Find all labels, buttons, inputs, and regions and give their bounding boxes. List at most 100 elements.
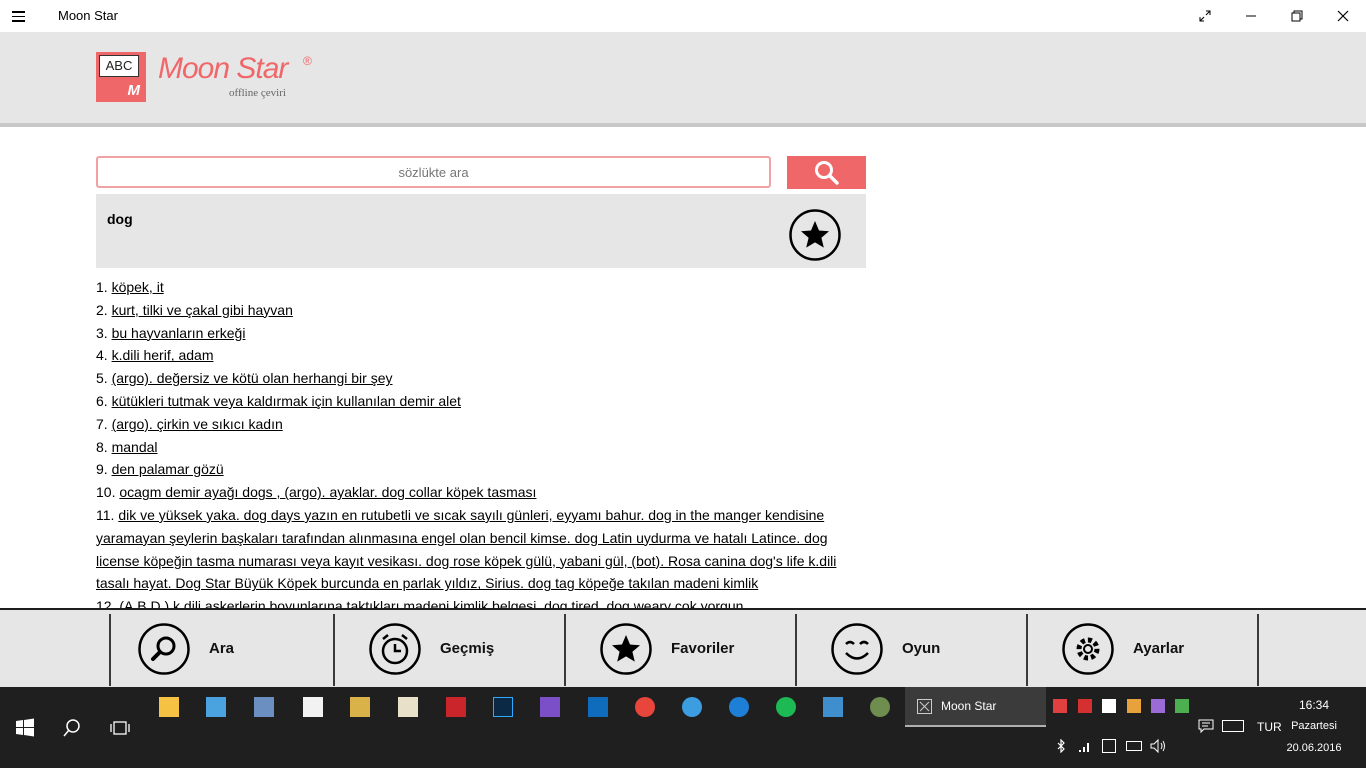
minimize-button[interactable] xyxy=(1228,0,1274,32)
definition-text[interactable]: den palamar gözü xyxy=(112,461,224,477)
antivirus-icon[interactable] xyxy=(1078,699,1092,713)
nav-search[interactable]: Ara xyxy=(137,610,234,687)
fullscreen-button[interactable] xyxy=(1182,0,1228,32)
signal-icon[interactable] xyxy=(1078,739,1092,753)
bluetooth-icon[interactable] xyxy=(1055,738,1067,754)
star-icon xyxy=(600,622,652,675)
restore-icon xyxy=(1291,10,1303,22)
outlook-icon[interactable] xyxy=(588,697,608,717)
nav-history-label: Geçmiş xyxy=(440,640,495,657)
nav-settings-label: Ayarlar xyxy=(1133,640,1185,657)
display-icon[interactable] xyxy=(1102,739,1116,753)
definition-number: 3. xyxy=(96,324,108,341)
definition-item[interactable]: 9. den palamar gözü xyxy=(96,458,866,481)
close-icon xyxy=(1337,10,1349,22)
volume-icon[interactable] xyxy=(1150,738,1166,754)
definition-item[interactable]: 6. kütükleri tutmak veya kaldırmak için … xyxy=(96,390,866,413)
volume-muted-icon[interactable] xyxy=(1053,699,1067,713)
search-icon xyxy=(814,160,839,185)
nav-game[interactable]: Oyun xyxy=(830,610,940,687)
file-explorer-icon[interactable] xyxy=(159,697,179,717)
taskbar-active-app[interactable]: Moon Star xyxy=(905,687,1046,727)
restore-button[interactable] xyxy=(1274,0,1320,32)
app-header: ABC M Moon Star ® offline çeviri xyxy=(0,32,1366,124)
definition-number: 2. xyxy=(96,301,108,318)
filezilla-icon[interactable] xyxy=(446,697,466,717)
network-icon[interactable] xyxy=(254,697,274,717)
clock-time[interactable]: 16:34 xyxy=(1282,698,1346,712)
visual-studio-icon[interactable] xyxy=(540,697,560,717)
search-button[interactable] xyxy=(787,156,866,189)
notifications-icon[interactable] xyxy=(1198,719,1214,734)
plus-app-icon[interactable] xyxy=(1102,699,1116,713)
folder-app-icon[interactable] xyxy=(1127,699,1141,713)
nav-favorites[interactable]: Favoriler xyxy=(599,610,734,687)
nav-divider xyxy=(1026,614,1028,686)
nav-divider xyxy=(1257,614,1259,686)
task-view-icon[interactable] xyxy=(110,718,130,738)
definition-text[interactable]: (A.B.D.) k.dili askerlerin boyunlarına t… xyxy=(119,598,743,608)
security-check-icon[interactable] xyxy=(1175,699,1189,713)
taskbar-active-app-label: Moon Star xyxy=(941,699,997,713)
definition-item[interactable]: 12. (A.B.D.) k.dili askerlerin boyunları… xyxy=(96,595,866,608)
search-icon[interactable] xyxy=(62,718,82,738)
spotify-icon[interactable] xyxy=(776,697,796,717)
app-window-icon xyxy=(917,699,932,714)
nav-search-label: Ara xyxy=(209,640,235,657)
definition-text[interactable]: kurt, tilki ve çakal gibi hayvan xyxy=(112,302,293,318)
definition-number: 7. xyxy=(96,415,108,432)
app-icon[interactable] xyxy=(823,697,843,717)
nav-divider xyxy=(795,614,797,686)
definition-text[interactable]: köpek, it xyxy=(112,279,164,295)
battery-icon[interactable] xyxy=(1126,741,1142,751)
definition-text[interactable]: mandal xyxy=(112,439,158,455)
photoshop-icon[interactable] xyxy=(493,697,513,717)
definition-number: 12. xyxy=(96,598,116,608)
definition-item[interactable]: 3. bu hayvanların erkeği xyxy=(96,322,866,345)
nav-divider xyxy=(333,614,335,686)
keyboard-icon[interactable] xyxy=(1222,720,1244,732)
definition-text[interactable]: (argo). değersiz ve kötü olan herhangi b… xyxy=(112,370,393,386)
definition-item[interactable]: 8. mandal xyxy=(96,436,866,459)
nav-settings[interactable]: Ayarlar xyxy=(1061,610,1184,687)
minimize-icon xyxy=(1246,15,1256,17)
definition-item[interactable]: 2. kurt, tilki ve çakal gibi hayvan xyxy=(96,299,866,322)
expand-icon xyxy=(1199,10,1211,22)
definition-text[interactable]: ocagm demir ayağı dogs , (argo). ayaklar… xyxy=(119,484,536,500)
document-icon[interactable] xyxy=(303,697,323,717)
entry-header: dog xyxy=(96,194,866,268)
definition-item[interactable]: 7. (argo). çirkin ve sıkıcı kadın xyxy=(96,413,866,436)
window-title: Moon Star xyxy=(58,8,118,23)
edge-icon[interactable] xyxy=(729,697,749,717)
computer-icon[interactable] xyxy=(206,697,226,717)
internet-explorer-icon[interactable] xyxy=(682,697,702,717)
definition-text[interactable]: dik ve yüksek yaka. dog days yazın en ru… xyxy=(96,507,836,591)
logo: ABC M xyxy=(96,52,146,102)
search-input[interactable] xyxy=(96,156,771,188)
close-button[interactable] xyxy=(1320,0,1366,32)
logo-letter: M xyxy=(127,82,141,99)
definition-item[interactable]: 11. dik ve yüksek yaka. dog days yazın e… xyxy=(96,504,866,595)
definition-text[interactable]: bu hayvanların erkeği xyxy=(112,325,246,341)
nav-history[interactable]: Geçmiş xyxy=(368,610,494,687)
brand-name: Moon Star xyxy=(158,52,288,85)
definition-text[interactable]: k.dili herif, adam xyxy=(112,347,214,363)
definition-item[interactable]: 5. (argo). değersiz ve kötü olan herhang… xyxy=(96,367,866,390)
definition-item[interactable]: 1. köpek, it xyxy=(96,276,866,299)
hamburger-menu-icon[interactable] xyxy=(12,8,34,24)
nav-game-label: Oyun xyxy=(902,640,941,657)
definition-item[interactable]: 4. k.dili herif, adam xyxy=(96,344,866,367)
definition-item[interactable]: 10. ocagm demir ayağı dogs , (argo). aya… xyxy=(96,481,866,504)
pen-app-icon[interactable] xyxy=(1151,699,1165,713)
favorite-star-icon[interactable] xyxy=(788,208,842,262)
notepad-icon[interactable] xyxy=(398,697,418,717)
definition-text[interactable]: kütükleri tutmak veya kaldırmak için kul… xyxy=(112,393,461,409)
definition-number: 10. xyxy=(96,484,116,501)
definition-text[interactable]: (argo). çirkin ve sıkıcı kadın xyxy=(112,416,283,432)
windows-start-icon[interactable] xyxy=(15,718,35,738)
tree-app-icon[interactable] xyxy=(870,697,890,717)
input-language[interactable]: TUR xyxy=(1257,720,1282,734)
title-bar: Moon Star xyxy=(0,0,1366,32)
tools-icon[interactable] xyxy=(350,697,370,717)
chrome-icon[interactable] xyxy=(635,697,655,717)
